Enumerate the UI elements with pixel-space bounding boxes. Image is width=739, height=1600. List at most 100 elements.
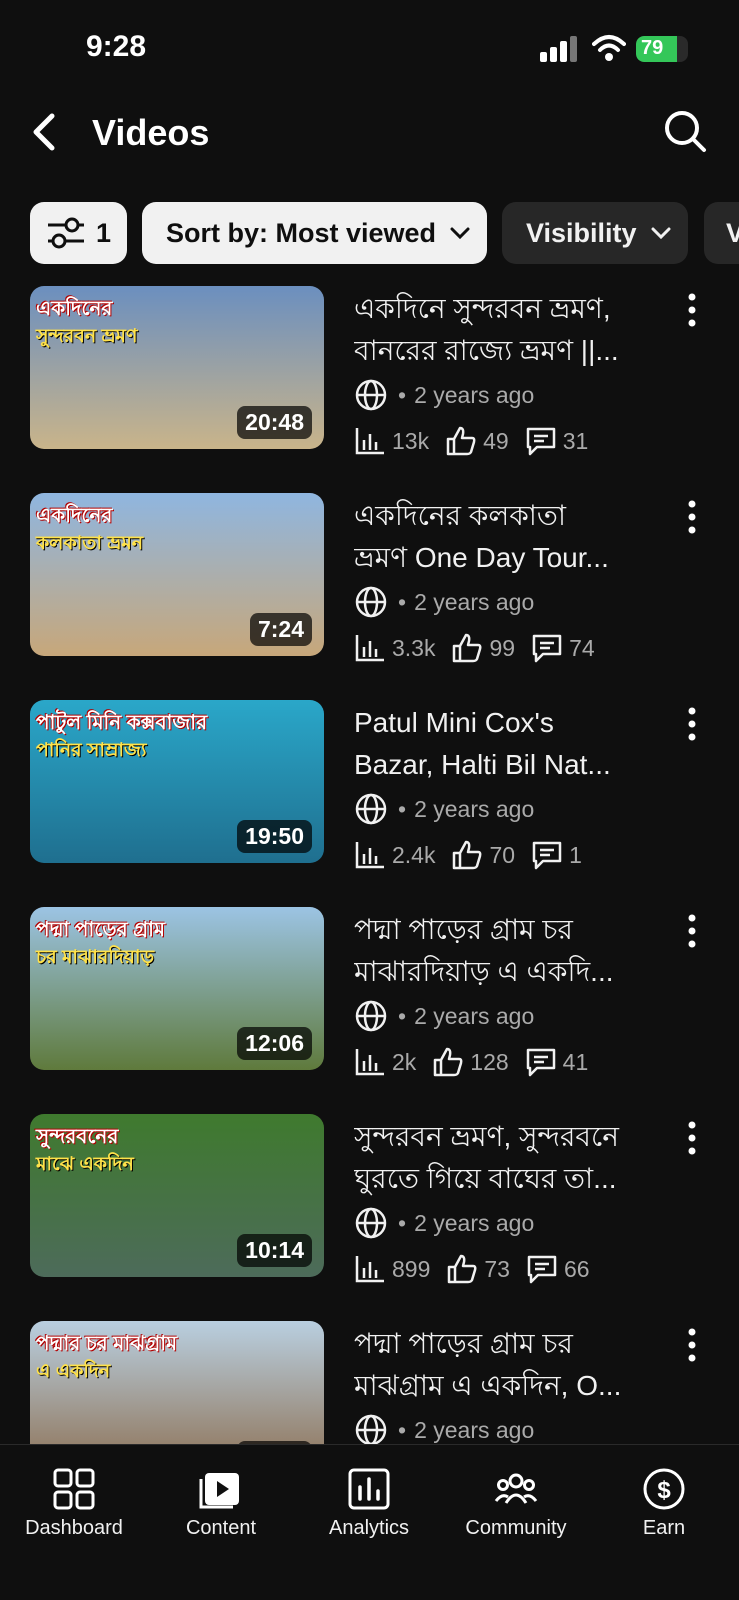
video-age: 2 years ago	[414, 588, 535, 615]
comments-count: 74	[569, 634, 595, 661]
nav-label: Community	[465, 1517, 567, 1539]
video-title-line: মাঝারদিয়াড় এ একদি...	[354, 956, 614, 987]
nav-label: Analytics	[328, 1517, 410, 1539]
likes-count: 128	[470, 1048, 509, 1075]
more-options-icon[interactable]	[682, 499, 702, 535]
video-row[interactable]: একদিনের কলকাতা ভ্রমন 7:24 একদিনের কলকাতা…	[0, 493, 739, 693]
video-title[interactable]: একদিনে সুন্দরবন ভ্রমণ, বানরের রাজ্যে ভ্র…	[354, 288, 654, 372]
visibility-dropdown[interactable]: Visibility	[502, 202, 688, 264]
separator-dot: •	[398, 1416, 407, 1443]
filter-button[interactable]: 1	[30, 202, 127, 264]
separator-dot: •	[398, 381, 407, 408]
video-age: 2 years ago	[414, 795, 535, 822]
comments-stat: 66	[526, 1254, 590, 1284]
thumbnail-caption: এ একদিন	[36, 1361, 111, 1382]
wifi-icon	[592, 35, 626, 61]
video-stats: 2k 128 41	[354, 1045, 604, 1079]
globe-icon	[355, 1414, 387, 1444]
video-thumbnail[interactable]: একদিনের সুন্দরবন ভ্রমণ 20:48	[30, 286, 324, 449]
likes-stat: 128	[432, 1047, 509, 1077]
video-title[interactable]: পদ্মা পাড়ের গ্রাম চর মাঝারদিয়াড় এ একদ…	[354, 909, 654, 993]
video-row[interactable]: সুন্দরবনের মাঝে একদিন 10:14 সুন্দরবন ভ্র…	[0, 1114, 739, 1314]
bar-chart-icon	[355, 1049, 384, 1076]
thumbnail-caption: পানির সাম্রাজ্য	[36, 740, 147, 761]
video-stats: 13k 49 31	[354, 424, 604, 458]
back-arrow-icon[interactable]	[26, 110, 62, 154]
status-time: 9:28	[86, 30, 147, 63]
visibility-label: Visibility	[526, 217, 637, 248]
video-thumbnail[interactable]: পদ্মা পাড়ের গ্রাম চর মাঝারদিয়াড় 12:06	[30, 907, 324, 1070]
bar-chart-icon	[355, 842, 384, 869]
video-title[interactable]: পদ্মা পাড়ের গ্রাম চর মাঝগ্রাম এ একদিন, …	[354, 1323, 654, 1407]
next-filter-chip[interactable]: V	[704, 202, 739, 264]
nav-analytics[interactable]: Analytics	[295, 1455, 443, 1540]
video-age: 2 years ago	[414, 381, 535, 408]
video-age: 2 years ago	[414, 1002, 535, 1029]
video-thumbnail[interactable]: একদিনের কলকাতা ভ্রমন 7:24	[30, 493, 324, 656]
likes-count: 73	[484, 1255, 510, 1282]
video-thumbnail[interactable]: সুন্দরবনের মাঝে একদিন 10:14	[30, 1114, 324, 1277]
views-stat: 2.4k	[354, 840, 435, 870]
sort-label: Sort by: Most viewed	[166, 217, 437, 248]
video-row[interactable]: পাটুল মিনি কক্সবাজার পানির সাম্রাজ্য 19:…	[0, 700, 739, 900]
views-stat: 3.3k	[354, 633, 435, 663]
video-thumbnail[interactable]: পাটুল মিনি কক্সবাজার পানির সাম্রাজ্য 19:…	[30, 700, 324, 863]
more-options-icon[interactable]	[682, 1327, 702, 1363]
nav-label: Earn	[642, 1517, 686, 1539]
video-title-line: পদ্মা পাড়ের গ্রাম চর	[354, 914, 573, 945]
nav-earn[interactable]: $ Earn	[590, 1455, 738, 1540]
nav-label: Content	[185, 1517, 257, 1539]
views-count: 13k	[392, 427, 430, 454]
video-row[interactable]: পদ্মার চর মাঝগ্রাম এ একদিন 14:19 পদ্মা প…	[0, 1321, 739, 1444]
sort-dropdown[interactable]: Sort by: Most viewed	[142, 202, 487, 264]
search-icon[interactable]	[662, 108, 708, 154]
nav-community[interactable]: Community	[442, 1455, 590, 1540]
comment-icon	[532, 634, 562, 663]
views-count: 2.4k	[392, 841, 436, 868]
separator-dot: •	[398, 795, 407, 822]
comments-stat: 31	[525, 426, 588, 456]
comments-count: 66	[563, 1255, 590, 1282]
video-row[interactable]: পদ্মা পাড়ের গ্রাম চর মাঝারদিয়াড় 12:06…	[0, 907, 739, 1107]
nav-dashboard[interactable]: Dashboard	[0, 1455, 148, 1540]
video-title[interactable]: সুন্দরবন ভ্রমণ, সুন্দরবনে ঘুরতে গিয়ে বা…	[354, 1116, 654, 1200]
video-meta: • 2 years ago	[354, 585, 534, 619]
video-meta: • 2 years ago	[354, 792, 534, 826]
filter-count: 1	[96, 217, 112, 248]
earn-icon: $	[643, 1468, 685, 1510]
nav-content[interactable]: Content	[147, 1455, 295, 1540]
more-options-icon[interactable]	[682, 706, 702, 742]
comment-icon	[527, 1255, 557, 1284]
likes-stat: 70	[451, 840, 515, 870]
more-options-icon[interactable]	[682, 292, 702, 328]
likes-count: 49	[483, 427, 509, 454]
more-options-icon[interactable]	[682, 1120, 702, 1156]
video-title[interactable]: একদিনের কলকাতা ভ্রমণ One Day Tour...	[354, 495, 654, 579]
comments-stat: 1	[531, 840, 582, 870]
more-options-icon[interactable]	[682, 913, 702, 949]
video-row[interactable]: একদিনের সুন্দরবন ভ্রমণ 20:48 একদিনে সুন্…	[0, 286, 739, 486]
likes-stat: 99	[451, 633, 515, 663]
video-title-line: একদিনের কলকাতা	[354, 500, 567, 531]
filter-chips: 1 Sort by: Most viewed Visibility V	[0, 202, 739, 266]
video-title[interactable]: Patul Mini Cox's Bazar, Halti Bil Nat...	[354, 702, 654, 786]
header: Videos	[0, 100, 739, 180]
comment-icon	[526, 1048, 555, 1077]
views-count: 3.3k	[392, 634, 436, 661]
globe-icon	[355, 1207, 387, 1239]
views-count: 2k	[392, 1048, 417, 1075]
video-stats: 3.3k 99 74	[354, 631, 611, 665]
thumbs-up-icon	[446, 426, 476, 456]
views-count: 899	[392, 1255, 431, 1282]
chevron-down-icon	[651, 227, 671, 239]
video-title-line: ঘুরতে গিয়ে বাঘের তা...	[354, 1163, 617, 1194]
video-title-line: বানরের রাজ্যে ভ্রমণ ||...	[354, 335, 619, 366]
cellular-signal-icon	[540, 36, 577, 62]
video-stats: 2.4k 70 1	[354, 838, 598, 872]
video-duration: 12:06	[237, 1027, 312, 1060]
bottom-navigation: Dashboard Content Analytics Community $	[0, 1444, 739, 1600]
video-title-line: Patul Mini Cox's	[354, 707, 554, 738]
views-stat: 13k	[354, 426, 429, 456]
video-thumbnail[interactable]: পদ্মার চর মাঝগ্রাম এ একদিন 14:19	[30, 1321, 324, 1444]
filter-sliders-icon	[48, 217, 84, 249]
